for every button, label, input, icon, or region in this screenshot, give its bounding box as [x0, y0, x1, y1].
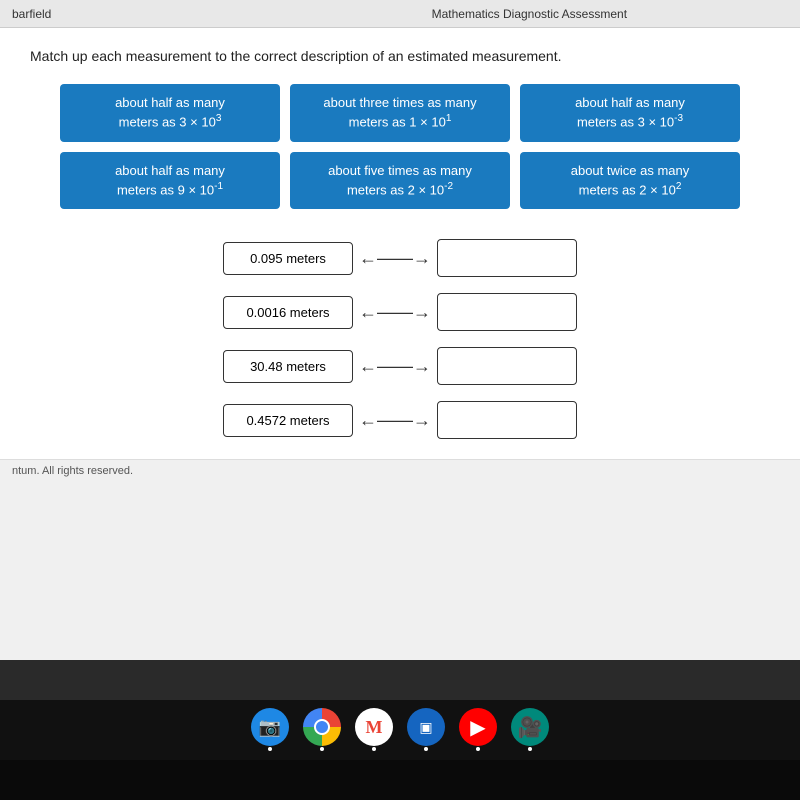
match-row-3: 30.48 meters ←——→ [223, 347, 577, 385]
taskbar-camera-icon[interactable]: 📷 [251, 708, 289, 746]
match-arrow-3: ←——→ [353, 356, 437, 377]
match-answer-1[interactable] [437, 239, 577, 277]
top-bar: barfield Mathematics Diagnostic Assessme… [0, 0, 800, 28]
options-grid: about half as manymeters as 3 × 103 abou… [60, 84, 740, 209]
top-bar-left: barfield [12, 7, 271, 21]
match-arrow-2: ←——→ [353, 302, 437, 323]
match-row-1: 0.095 meters ←——→ [223, 239, 577, 277]
match-answer-4[interactable] [437, 401, 577, 439]
match-arrow-1: ←——→ [353, 248, 437, 269]
option-btn-1[interactable]: about half as manymeters as 3 × 103 [60, 84, 280, 142]
top-bar-center: Mathematics Diagnostic Assessment [271, 7, 788, 21]
match-value-1: 0.095 meters [223, 242, 353, 275]
taskbar-meet-icon[interactable]: 🎥 [511, 708, 549, 746]
match-row-4: 0.4572 meters ←——→ [223, 401, 577, 439]
match-value-4: 0.4572 meters [223, 404, 353, 437]
taskbar-gmail-icon[interactable]: M [355, 708, 393, 746]
drive-icon: ▣ [419, 719, 432, 736]
option-btn-6[interactable]: about twice as manymeters as 2 × 102 [520, 152, 740, 210]
option-btn-2[interactable]: about three times as manymeters as 1 × 1… [290, 84, 510, 142]
match-value-3: 30.48 meters [223, 350, 353, 383]
gmail-icon: M [366, 717, 383, 738]
option-btn-4[interactable]: about half as manymeters as 9 × 10-1 [60, 152, 280, 210]
camera-icon: 📷 [259, 717, 281, 738]
dark-strip [0, 660, 800, 700]
option-btn-3[interactable]: about half as manymeters as 3 × 10-3 [520, 84, 740, 142]
youtube-icon: ▶ [470, 715, 485, 740]
taskbar-youtube-icon[interactable]: ▶ [459, 708, 497, 746]
match-answer-2[interactable] [437, 293, 577, 331]
screen: barfield Mathematics Diagnostic Assessme… [0, 0, 800, 660]
option-btn-5[interactable]: about five times as manymeters as 2 × 10… [290, 152, 510, 210]
match-arrow-4: ←——→ [353, 410, 437, 431]
taskbar: 📷 M ▣ ▶ 🎥 [0, 700, 800, 760]
footer-bar: ntum. All rights reserved. [0, 459, 800, 481]
footer-text: ntum. All rights reserved. [12, 465, 133, 477]
chrome-center [314, 719, 330, 735]
match-row-2: 0.0016 meters ←——→ [223, 293, 577, 331]
match-value-2: 0.0016 meters [223, 296, 353, 329]
instructions-text: Match up each measurement to the correct… [30, 48, 770, 64]
bottom-black [0, 760, 800, 800]
content-area: Match up each measurement to the correct… [0, 28, 800, 459]
match-answer-3[interactable] [437, 347, 577, 385]
taskbar-chrome-icon[interactable] [303, 708, 341, 746]
matching-area: 0.095 meters ←——→ 0.0016 meters ←——→ 30.… [30, 239, 770, 439]
meet-icon: 🎥 [518, 715, 543, 740]
taskbar-drive-icon[interactable]: ▣ [407, 708, 445, 746]
